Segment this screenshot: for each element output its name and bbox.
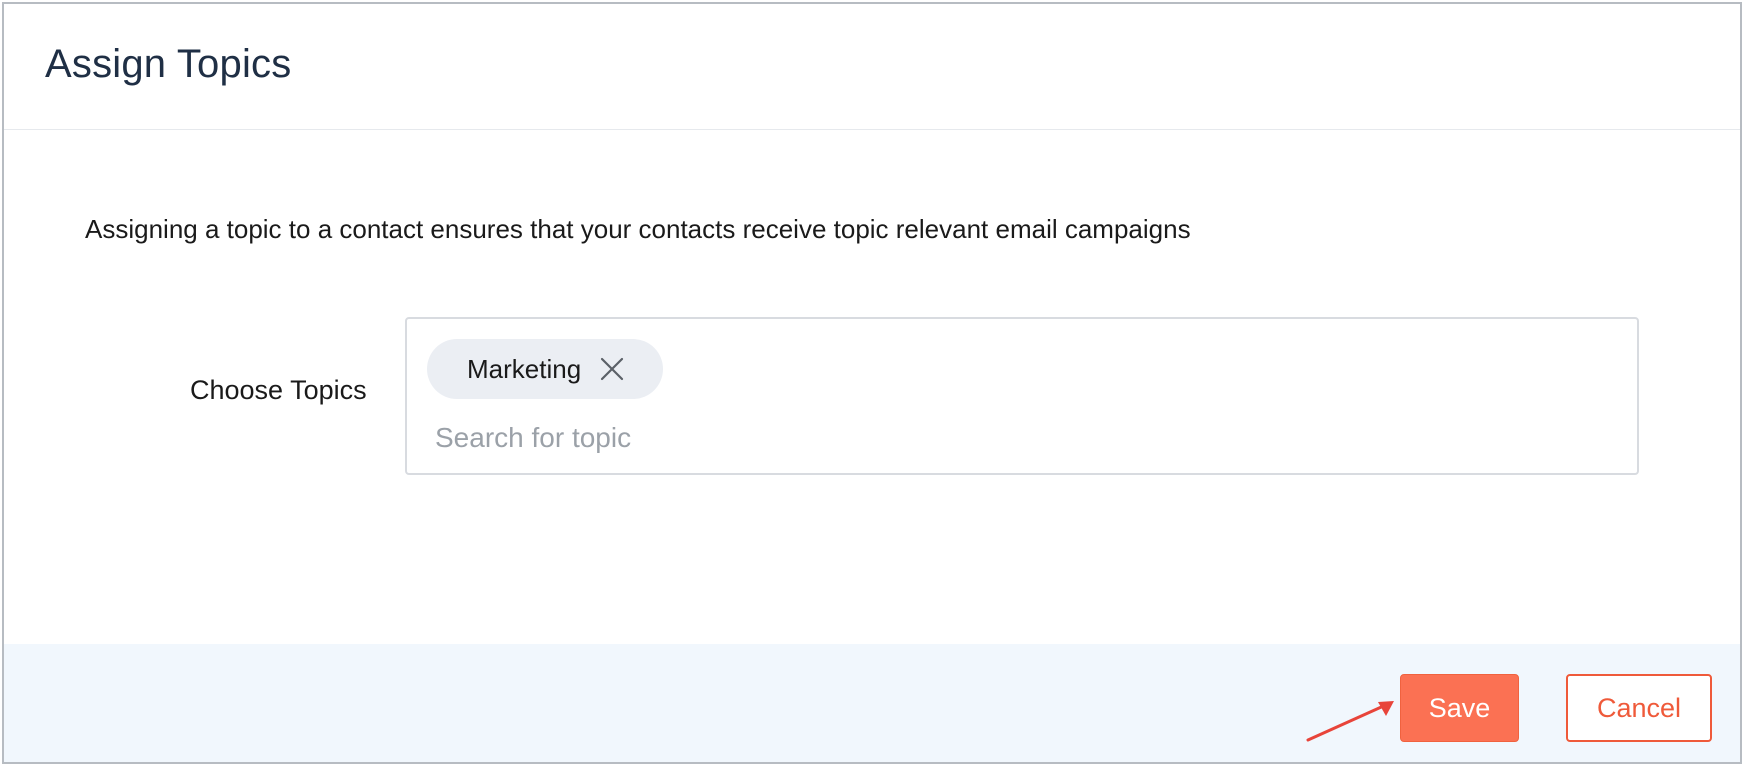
topic-search-input[interactable]: [435, 415, 1335, 461]
dialog-description: Assigning a topic to a contact ensures t…: [85, 214, 1191, 244]
cancel-button[interactable]: Cancel: [1566, 674, 1712, 742]
dialog-title: Assign Topics: [45, 42, 292, 86]
close-icon[interactable]: [599, 356, 625, 382]
annotation-arrow: [1306, 701, 1394, 742]
assign-topics-dialog: Assign Topics Assigning a topic to a con…: [2, 2, 1742, 764]
save-button[interactable]: Save: [1400, 674, 1519, 742]
topic-chip-label: Marketing: [467, 353, 582, 384]
dialog-footer: Save Cancel: [4, 644, 1740, 762]
dialog-body: Assigning a topic to a contact ensures t…: [4, 130, 1740, 644]
topic-chip-marketing: Marketing: [427, 339, 664, 399]
dialog-header: Assign Topics: [4, 4, 1740, 130]
topics-selector[interactable]: Marketing: [405, 317, 1639, 475]
choose-topics-label: Choose Topics: [190, 375, 367, 405]
